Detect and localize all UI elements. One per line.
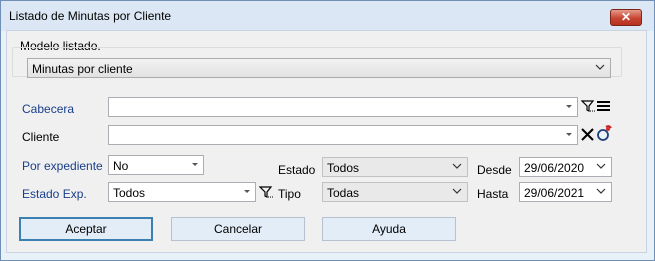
estado-exp-label: Estado Exp. <box>22 187 87 201</box>
filter-icon[interactable] <box>581 99 595 113</box>
dropdown-arrow-icon <box>192 163 198 166</box>
help-button[interactable]: Ayuda <box>322 217 456 241</box>
window-title: Listado de Minutas por Cliente <box>9 9 172 23</box>
tipo-select[interactable]: Todas <box>322 182 468 202</box>
estado-select[interactable]: Todos <box>322 157 468 177</box>
hasta-label: Hasta <box>477 187 509 201</box>
por-expediente-value: No <box>113 159 129 173</box>
desde-label: Desde <box>477 163 512 177</box>
dropdown-arrow-icon <box>244 190 250 193</box>
filter-icon[interactable] <box>259 185 273 199</box>
tipo-value: Todas <box>327 186 360 200</box>
chevron-down-icon <box>595 64 605 70</box>
dropdown-arrow-icon <box>566 133 572 136</box>
title-bar[interactable]: Listado de Minutas por Cliente ✕ <box>1 1 654 31</box>
modelo-select[interactable]: Minutas por cliente <box>27 58 611 78</box>
cliente-combo[interactable] <box>108 125 578 145</box>
estado-exp-value: Todos <box>113 186 146 200</box>
modelo-value: Minutas por cliente <box>32 62 133 76</box>
chevron-down-icon <box>452 188 462 194</box>
desde-value: 29/06/2020 <box>524 161 585 175</box>
dropdown-arrow-icon <box>566 105 572 108</box>
close-icon: ✕ <box>620 10 632 24</box>
por-expediente-label: Por expediente <box>22 159 103 173</box>
estado-label: Estado <box>278 163 316 177</box>
estado-exp-combo[interactable]: Todos <box>108 182 256 202</box>
desde-date[interactable]: 29/06/2020 <box>519 157 612 177</box>
tipo-label: Tipo <box>278 187 301 201</box>
cliente-label: Cliente <box>22 130 60 144</box>
cabecera-label: Cabecera <box>22 102 75 116</box>
accept-button[interactable]: Aceptar <box>19 217 153 241</box>
chevron-down-icon[interactable] <box>596 161 606 171</box>
cabecera-combo[interactable] <box>108 97 578 117</box>
close-button[interactable]: ✕ <box>610 9 642 26</box>
chevron-down-icon[interactable] <box>596 186 606 196</box>
estado-value: Todos <box>327 161 360 175</box>
hasta-date[interactable]: 29/06/2021 <box>519 182 612 202</box>
hasta-value: 29/06/2021 <box>524 186 585 200</box>
cancel-button[interactable]: Cancelar <box>171 217 305 241</box>
list-icon[interactable] <box>597 100 611 112</box>
client-search-icon[interactable] <box>596 124 612 142</box>
clear-x-icon[interactable] <box>581 128 594 141</box>
por-expediente-combo[interactable]: No <box>108 155 204 175</box>
chevron-down-icon <box>452 163 462 169</box>
